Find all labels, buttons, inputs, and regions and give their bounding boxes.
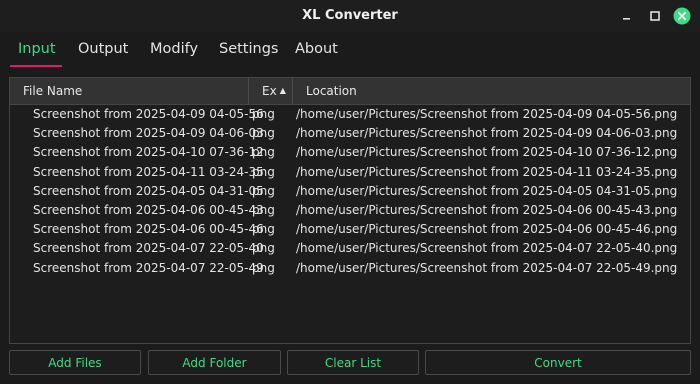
extension-cell: png — [252, 202, 275, 217]
column-header-extension-label: Ex — [262, 84, 277, 98]
table-row[interactable]: Screenshot from 2025-04-11 03-24-35 png/h… — [10, 163, 690, 182]
file-name-cell: Screenshot from 2025-04-09 04-06-03 — [33, 126, 264, 141]
extension-cell: png — [252, 241, 275, 256]
location-cell: /home/user/Pictures/Screenshot from 2025… — [296, 145, 678, 160]
location-cell: /home/user/Pictures/Screenshot from 2025… — [296, 164, 678, 179]
extension-cell: png — [252, 145, 275, 160]
close-button[interactable] — [673, 7, 691, 25]
convert-button[interactable]: Convert — [425, 350, 691, 375]
file-name-cell: Screenshot from 2025-04-06 00-45-43 — [33, 202, 264, 217]
table-row[interactable]: Screenshot from 2025-04-09 04-06-03 png/h… — [10, 124, 690, 143]
location-cell: /home/user/Pictures/Screenshot from 2025… — [296, 241, 678, 256]
table-row[interactable]: Screenshot from 2025-04-10 07-36-12 png/h… — [10, 143, 690, 162]
tab-input[interactable]: Input — [18, 36, 56, 66]
table-row[interactable]: Screenshot from 2025-04-05 04-31-05 png/h… — [10, 182, 690, 201]
location-cell: /home/user/Pictures/Screenshot from 2025… — [296, 107, 678, 121]
location-cell: /home/user/Pictures/Screenshot from 2025… — [296, 260, 678, 275]
location-cell: /home/user/Pictures/Screenshot from 2025… — [296, 202, 678, 217]
table-row[interactable]: Screenshot from 2025-04-09 04-05-56 png/h… — [10, 105, 690, 124]
minimize-button[interactable] — [618, 7, 636, 25]
title-bar: XL Converter — [0, 0, 700, 32]
column-divider[interactable] — [248, 78, 249, 104]
table-body: Screenshot from 2025-04-09 04-05-56 png/h… — [10, 105, 690, 278]
location-cell: /home/user/Pictures/Screenshot from 2025… — [296, 222, 678, 237]
column-header-extension[interactable]: Ex ▲ — [262, 78, 286, 104]
clear-list-button[interactable]: Clear List — [287, 350, 419, 375]
maximize-button[interactable] — [646, 7, 664, 25]
tab-output[interactable]: Output — [78, 36, 128, 66]
add-files-button[interactable]: Add Files — [9, 350, 141, 375]
extension-cell: png — [252, 260, 275, 275]
tab-modify[interactable]: Modify — [150, 36, 198, 66]
extension-cell: png — [252, 222, 275, 237]
column-header-file-name[interactable]: File Name — [23, 78, 82, 104]
extension-cell: png — [252, 107, 275, 121]
location-cell: /home/user/Pictures/Screenshot from 2025… — [296, 183, 678, 198]
location-cell: /home/user/Pictures/Screenshot from 2025… — [296, 126, 678, 141]
tab-about[interactable]: About — [295, 36, 338, 66]
table-header: File Name Ex ▲ Location — [10, 78, 690, 105]
file-name-cell: Screenshot from 2025-04-07 22-05-49 — [33, 260, 264, 275]
sort-ascending-icon: ▲ — [279, 86, 286, 95]
column-divider[interactable] — [292, 78, 293, 104]
table-row[interactable]: Screenshot from 2025-04-07 22-05-49 png/h… — [10, 259, 690, 278]
window-title: XL Converter — [302, 8, 398, 23]
file-name-cell: Screenshot from 2025-04-10 07-36-12 — [33, 145, 264, 160]
table-row[interactable]: Screenshot from 2025-04-06 00-45-46 png/h… — [10, 220, 690, 239]
extension-cell: png — [252, 164, 275, 179]
minimize-icon — [623, 18, 630, 20]
file-name-cell: Screenshot from 2025-04-11 03-24-35 — [33, 164, 264, 179]
extension-cell: png — [252, 183, 275, 198]
maximize-icon — [650, 11, 660, 21]
file-table[interactable]: File Name Ex ▲ Location Screenshot from 2… — [9, 77, 691, 344]
extension-cell: png — [252, 126, 275, 141]
table-row[interactable]: Screenshot from 2025-04-07 22-05-40 png/h… — [10, 239, 690, 258]
active-tab-indicator — [10, 65, 62, 67]
column-header-location[interactable]: Location — [306, 78, 357, 104]
file-name-cell: Screenshot from 2025-04-05 04-31-05 — [33, 183, 264, 198]
table-row[interactable]: Screenshot from 2025-04-06 00-45-43 png/h… — [10, 201, 690, 220]
file-name-cell: Screenshot from 2025-04-06 00-45-46 — [33, 222, 264, 237]
file-name-cell: Screenshot from 2025-04-09 04-05-56 — [33, 107, 264, 121]
file-name-cell: Screenshot from 2025-04-07 22-05-40 — [33, 241, 264, 256]
close-icon — [673, 7, 691, 25]
tab-settings[interactable]: Settings — [219, 36, 278, 66]
add-folder-button[interactable]: Add Folder — [148, 350, 281, 375]
